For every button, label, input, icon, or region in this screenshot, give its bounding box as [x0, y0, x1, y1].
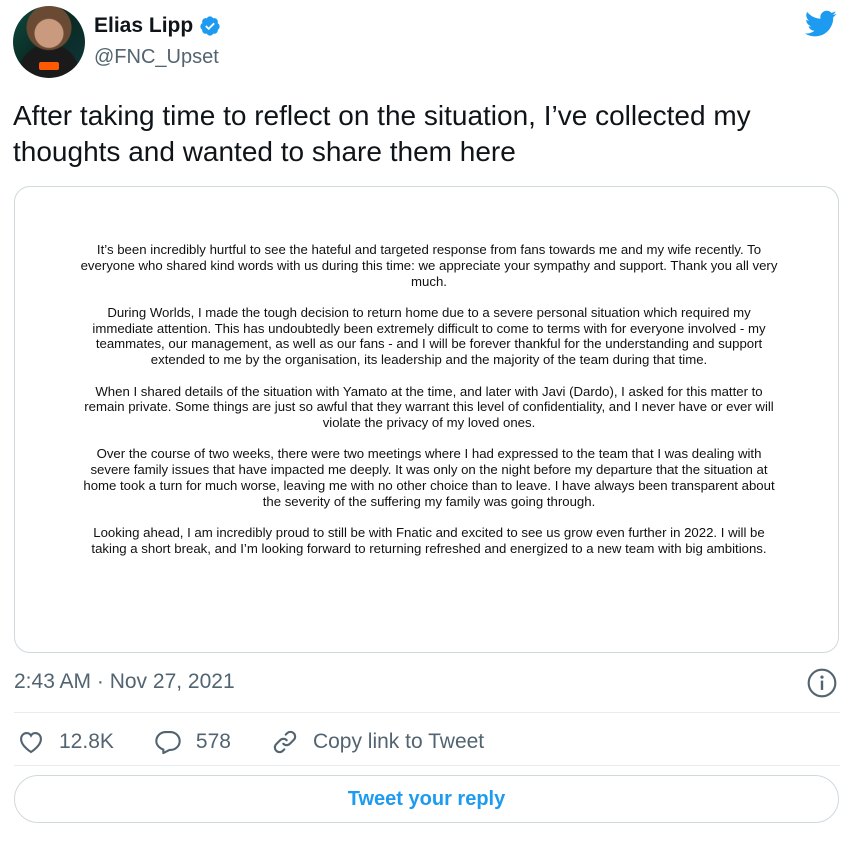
verified-badge-icon: [200, 16, 220, 36]
copy-link-label: Copy link to Tweet: [312, 730, 485, 753]
tweet-timestamp[interactable]: 2:43 AM · Nov 27, 2021: [14, 670, 235, 694]
heart-icon: [20, 731, 42, 754]
author-handle[interactable]: @FNC_Upset: [94, 46, 219, 69]
tweet-text: After taking time to reflect on the situ…: [13, 100, 751, 167]
divider: [14, 712, 840, 713]
avatar[interactable]: [13, 6, 85, 78]
fnatic-logo-icon: [39, 62, 59, 70]
twitter-bird-icon[interactable]: [805, 10, 837, 38]
letter-paragraph: Over the course of two weeks, there were…: [83, 446, 775, 509]
reply-icon: [155, 731, 181, 755]
info-icon[interactable]: [806, 667, 838, 699]
tweet-image[interactable]: It’s been incredibly hurtful to see the …: [14, 186, 839, 653]
link-icon: [273, 730, 297, 754]
reply-count: 578: [195, 730, 231, 753]
tweet-your-reply-button[interactable]: Tweet your reply: [14, 775, 839, 823]
like-count: 12.8K: [59, 730, 114, 753]
statement-letter: It’s been incredibly hurtful to see the …: [79, 242, 779, 572]
letter-paragraph: Looking ahead, I am incredibly proud to …: [91, 525, 767, 556]
author-name-row: Elias Lipp: [94, 14, 221, 38]
copy-link-button[interactable]: Copy link to Tweet: [271, 728, 484, 756]
letter-paragraph: When I shared details of the situation w…: [84, 383, 774, 431]
author-name[interactable]: Elias Lipp: [94, 14, 193, 38]
reply-button[interactable]: 578: [154, 728, 231, 756]
letter-paragraph: During Worlds, I made the tough decision…: [92, 304, 766, 368]
letter-paragraph: It’s been incredibly hurtful to see the …: [80, 242, 778, 289]
divider: [14, 765, 840, 766]
like-button[interactable]: 12.8K: [17, 728, 114, 756]
tweet-actions: 12.8K 578 Copy link to Tweet: [17, 728, 524, 756]
